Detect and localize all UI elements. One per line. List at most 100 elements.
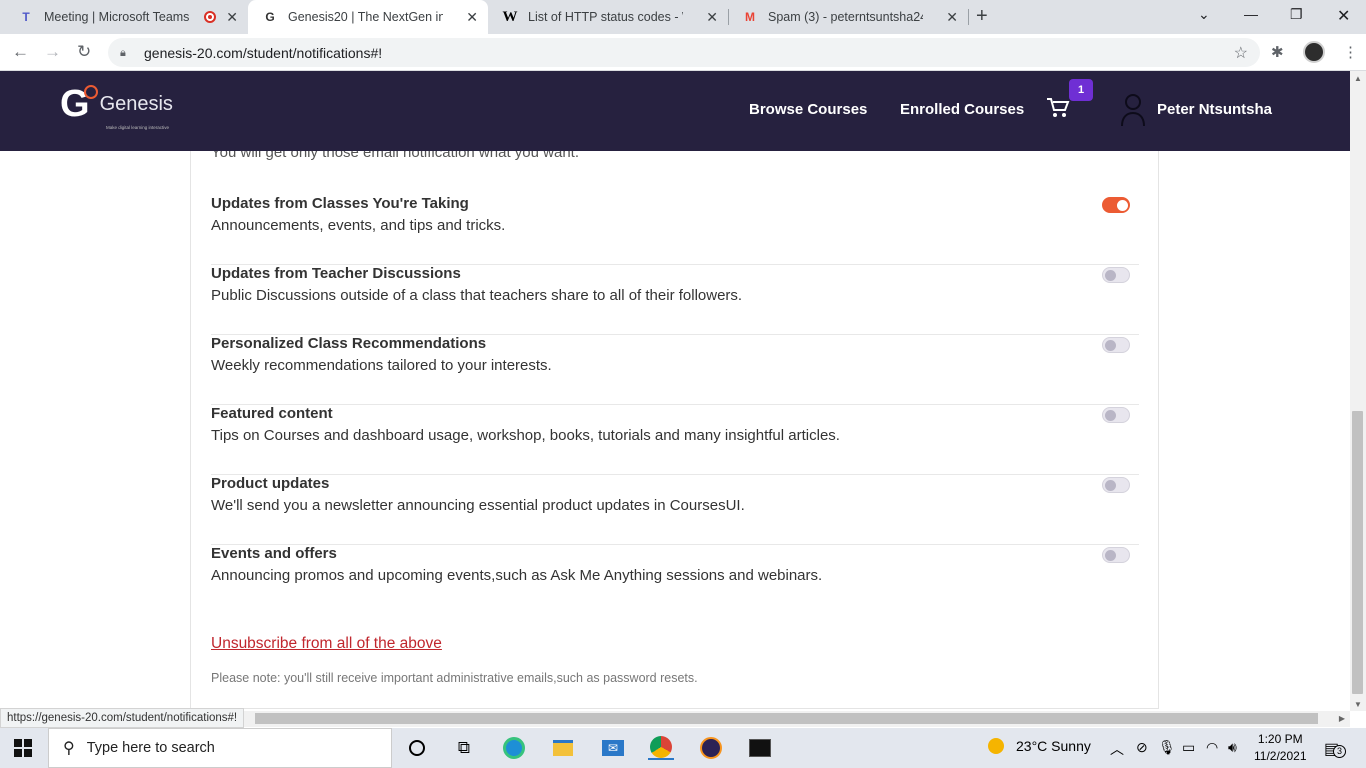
volume-icon[interactable]: 🔊︎	[1228, 739, 1237, 756]
taskbar-clock[interactable]: 1:20 PM 11/2/2021	[1254, 731, 1307, 765]
notification-row: Updates from Classes You're Taking Annou…	[211, 195, 1139, 265]
notification-settings-card: You will get only those email notificati…	[190, 151, 1159, 709]
toggle-knob	[1105, 270, 1116, 281]
cart-icon[interactable]	[1046, 97, 1070, 125]
notification-toggle[interactable]	[1102, 337, 1130, 353]
tab-search-icon[interactable]: ⌄	[1198, 6, 1210, 23]
wikipedia-icon: W	[502, 8, 518, 25]
gmail-icon: M	[745, 10, 755, 24]
browser-menu-icon[interactable]: ⋮	[1343, 43, 1358, 61]
wifi-icon[interactable]: ◠	[1206, 739, 1218, 756]
search-icon: ⚲	[63, 740, 75, 757]
notification-toggle[interactable]	[1102, 407, 1130, 423]
tab-teams[interactable]: T Meeting | Microsoft Teams ✕	[4, 0, 248, 34]
notification-toggle[interactable]	[1102, 547, 1130, 563]
notification-row: Product updates We'll send you a newslet…	[211, 475, 1139, 545]
recording-icon	[204, 11, 216, 23]
photos-icon[interactable]	[747, 736, 773, 760]
tab-genesis[interactable]: G Genesis20 | The NextGen interact ✕	[248, 0, 488, 34]
defender-icon[interactable]: ⊘	[1136, 739, 1148, 756]
notification-title: Updates from Teacher Discussions	[211, 265, 461, 282]
restore-icon[interactable]: ❐	[1290, 6, 1303, 23]
notification-desc: Weekly recommendations tailored to your …	[211, 357, 552, 374]
vertical-scrollbar[interactable]: ▲ ▼	[1350, 71, 1366, 711]
minimize-icon[interactable]: —	[1244, 6, 1258, 22]
notification-center-icon[interactable]: ▤ 3	[1324, 739, 1346, 759]
tab-separator	[968, 9, 969, 25]
edge-icon[interactable]	[501, 736, 527, 760]
toggle-knob	[1105, 340, 1116, 351]
scroll-up-icon[interactable]: ▲	[1354, 74, 1362, 83]
cortana-icon[interactable]	[404, 736, 430, 760]
windows-taskbar: ⚲ Type here to search ⧉ ✉ 23°C Sunny ︿ ⊘…	[0, 728, 1366, 768]
notification-row: Events and offers Announcing promos and …	[211, 545, 1139, 615]
windows-start-icon[interactable]	[14, 739, 32, 762]
browser-tab-bar: T Meeting | Microsoft Teams ✕ G Genesis2…	[0, 0, 1366, 34]
chrome-icon[interactable]	[648, 736, 674, 760]
nav-browse-courses[interactable]: Browse Courses	[749, 101, 867, 118]
notification-desc: We'll send you a newsletter announcing e…	[211, 497, 745, 514]
lock-icon: 🔒︎	[120, 46, 126, 59]
tab-gmail[interactable]: M Spam (3) - peterntsuntsha24@gr ✕	[728, 0, 969, 34]
tab-wikipedia[interactable]: W List of HTTP status codes - Wikip ✕	[488, 0, 729, 34]
microphone-icon[interactable]: 🎙︎	[1158, 739, 1176, 756]
close-tab-icon[interactable]: ✕	[226, 9, 238, 26]
reload-icon[interactable]: ↻	[77, 42, 91, 62]
site-header: G Genesis Make digital learning interact…	[0, 71, 1350, 151]
weather-widget[interactable]: 23°C Sunny	[988, 738, 1091, 754]
notification-row: Featured content Tips on Courses and das…	[211, 405, 1139, 475]
close-tab-icon[interactable]: ✕	[946, 9, 958, 26]
unsubscribe-all-link[interactable]: Unsubscribe from all of the above	[211, 635, 442, 653]
notification-toggle[interactable]	[1102, 477, 1130, 493]
address-toolbar: ← → ↻ 🔒︎ genesis-20.com/student/notifica…	[0, 34, 1366, 71]
notification-toggle[interactable]	[1102, 267, 1130, 283]
genesis-logo[interactable]: G Genesis Make digital learning interact…	[60, 83, 173, 130]
cart-count-badge: 1	[1069, 79, 1093, 101]
scroll-thumb[interactable]	[1352, 411, 1363, 694]
nav-enrolled-courses[interactable]: Enrolled Courses	[900, 101, 1024, 118]
back-icon[interactable]: ←	[12, 42, 29, 62]
sun-icon	[988, 738, 1004, 754]
new-tab-icon[interactable]: +	[976, 5, 988, 28]
toggle-knob	[1105, 480, 1116, 491]
extensions-icon[interactable]: ✱	[1271, 43, 1284, 61]
genesis-icon: G	[265, 10, 275, 24]
scroll-thumb[interactable]	[255, 713, 1318, 724]
notification-title: Featured content	[211, 405, 333, 422]
notification-row: Updates from Teacher Discussions Public …	[211, 265, 1139, 335]
user-name[interactable]: Peter Ntsuntsha	[1157, 101, 1272, 118]
notification-desc: Announcing promos and upcoming events,su…	[211, 567, 823, 584]
profile-avatar[interactable]	[1303, 41, 1325, 63]
url-text: genesis-20.com/student/notifications#!	[144, 44, 383, 61]
forward-icon[interactable]: →	[44, 42, 61, 62]
notification-toggle[interactable]	[1102, 197, 1130, 213]
notification-desc: Announcements, events, and tips and tric…	[211, 217, 506, 234]
show-hidden-icons[interactable]: ︿	[1110, 739, 1124, 759]
notification-row: Personalized Class Recommendations Weekl…	[211, 335, 1139, 405]
task-view-icon[interactable]: ⧉	[451, 736, 477, 760]
notification-desc: Tips on Courses and dashboard usage, wor…	[211, 427, 840, 444]
file-explorer-icon[interactable]	[550, 736, 576, 760]
genesis-logo-mark: G	[60, 83, 98, 125]
close-tab-icon[interactable]: ✕	[466, 9, 478, 26]
eclipse-icon[interactable]	[698, 736, 724, 760]
user-icon[interactable]	[1120, 93, 1146, 127]
scroll-right-icon[interactable]: ▶	[1339, 714, 1345, 723]
notification-title: Events and offers	[211, 545, 337, 562]
close-tab-icon[interactable]: ✕	[706, 9, 718, 26]
admin-email-note: Please note: you'll still receive import…	[211, 671, 698, 685]
toggle-knob	[1117, 200, 1128, 211]
notification-desc: Public Discussions outside of a class th…	[211, 287, 743, 304]
scroll-down-icon[interactable]: ▼	[1354, 700, 1362, 709]
notification-title: Product updates	[211, 475, 330, 492]
teams-icon: T	[22, 10, 30, 24]
link-status-bar: https://genesis-20.com/student/notificat…	[0, 708, 245, 728]
close-window-icon[interactable]: ✕	[1337, 6, 1350, 26]
url-bar[interactable]: 🔒︎ genesis-20.com/student/notifications#…	[108, 38, 1260, 67]
bookmark-star-icon[interactable]: ☆	[1234, 43, 1248, 63]
toggle-knob	[1105, 410, 1116, 421]
battery-icon[interactable]: ▭	[1182, 739, 1195, 756]
taskbar-search-input[interactable]: ⚲ Type here to search	[48, 728, 392, 768]
mail-icon[interactable]: ✉	[600, 736, 626, 760]
toggle-knob	[1105, 550, 1116, 561]
